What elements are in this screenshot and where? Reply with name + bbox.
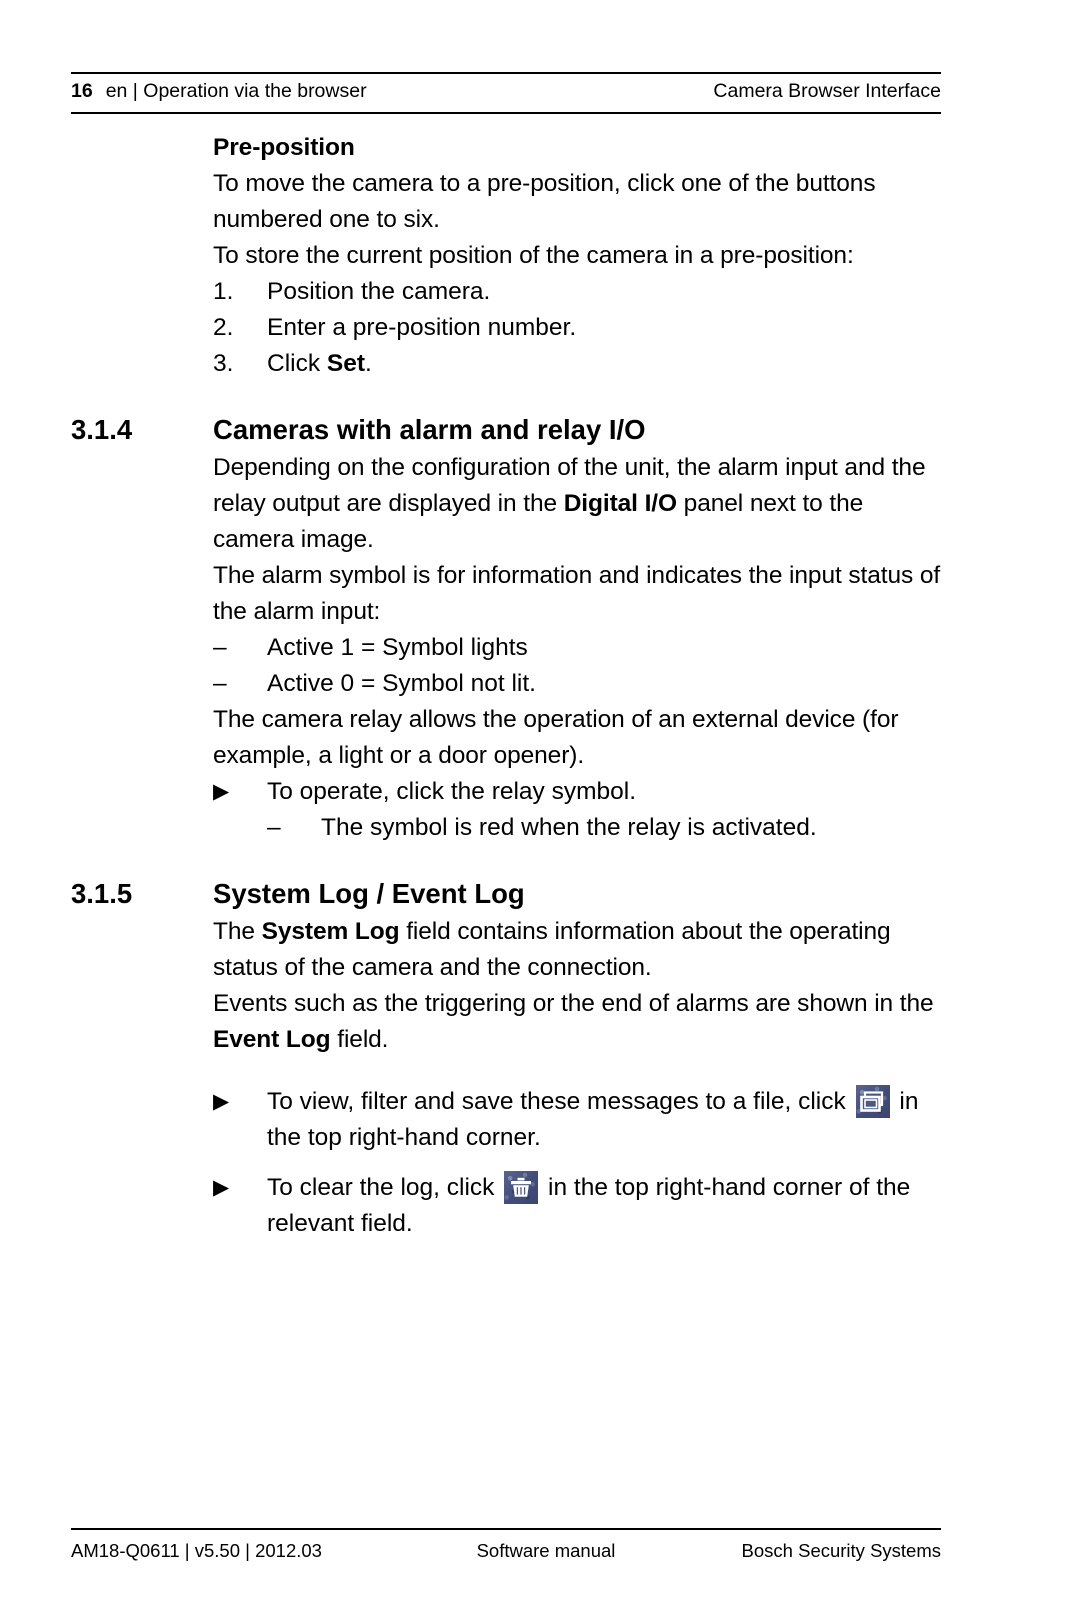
log-instruction-list: ▶ To view, filter and save these message… — [71, 1084, 941, 1242]
footer-document-code: AM18-Q0611 | v5.50 | 2012.03 — [71, 1540, 322, 1561]
header-row: 16 en | Operation via the browser Camera… — [71, 74, 941, 110]
section-314-paragraph-2: The alarm symbol is for information and … — [213, 562, 941, 625]
list-item: – The symbol is red when the relay is ac… — [267, 810, 941, 846]
paragraph-text-before: The — [213, 918, 262, 945]
list-item-text-before: Click — [267, 350, 327, 377]
alarm-status-list: – Active 1 = Symbol lights – Active 0 = … — [71, 630, 941, 702]
footer-company-name: Bosch Security Systems — [741, 1540, 941, 1561]
save-window-icon[interactable] — [855, 1085, 890, 1118]
section-number: 3.1.4 — [71, 414, 133, 445]
list-item: 2. Enter a pre-position number. — [213, 310, 941, 346]
list-item: – Active 1 = Symbol lights — [213, 630, 941, 666]
preposition-paragraph-1: To move the camera to a pre-position, cl… — [213, 170, 876, 233]
footer-row: AM18-Q0611 | v5.50 | 2012.03 Software ma… — [71, 1530, 941, 1562]
paragraph-text-bold: Digital I/O — [563, 490, 677, 517]
list-item: ▶ To view, filter and save these message… — [213, 1084, 941, 1156]
list-marker: – — [267, 814, 281, 841]
list-item-text: Enter a pre-position number. — [267, 314, 577, 341]
header-rule-bottom — [71, 112, 941, 114]
list-marker: 3. — [213, 350, 234, 377]
section-314-paragraph-3: The camera relay allows the operation of… — [213, 706, 899, 769]
preposition-heading: Pre-position — [213, 134, 355, 161]
list-item-text-before: To view, filter and save these messages … — [267, 1088, 853, 1115]
triangle-bullet-icon: ▶ — [213, 1090, 230, 1113]
list-item-text-before: To clear the log, click — [267, 1174, 502, 1201]
section-315-paragraph-1: The System Log field contains informatio… — [213, 914, 941, 986]
section-heading-314: 3.1.4 Cameras with alarm and relay I/O — [71, 412, 941, 448]
header-section-label: en | Operation via the browser — [105, 80, 367, 102]
section-315-paragraph-2: Events such as the triggering or the end… — [213, 986, 941, 1058]
header-page-number: 16 — [71, 80, 93, 102]
header-left-group: 16 en | Operation via the browser — [71, 80, 367, 103]
section-title: System Log / Event Log — [213, 878, 525, 909]
footer-manual-type: Software manual — [476, 1540, 616, 1561]
list-item: 1. Position the camera. — [213, 274, 941, 310]
list-marker: – — [213, 670, 227, 697]
preposition-paragraph-2: To store the current position of the cam… — [213, 242, 854, 269]
list-marker: 2. — [213, 314, 234, 341]
paragraph-text-after: field. — [330, 1026, 389, 1053]
page-body: Pre-position To move the camera to a pre… — [71, 130, 941, 1242]
list-marker: – — [213, 634, 227, 661]
page-footer: AM18-Q0611 | v5.50 | 2012.03 Software ma… — [71, 1528, 941, 1562]
header-document-title: Camera Browser Interface — [713, 80, 941, 102]
triangle-bullet-icon: ▶ — [213, 1176, 230, 1199]
list-item-text: The symbol is red when the relay is acti… — [321, 814, 817, 841]
list-item: ▶ To clear the log, click in the top rig… — [213, 1170, 941, 1242]
document-page: 16 en | Operation via the browser Camera… — [0, 0, 1080, 1618]
list-item-text: To operate, click the relay symbol. — [267, 778, 637, 805]
list-marker: 1. — [213, 278, 234, 305]
paragraph-text-bold: Event Log — [213, 1026, 331, 1053]
page-header: 16 en | Operation via the browser Camera… — [71, 72, 941, 114]
relay-instruction-list: ▶ To operate, click the relay symbol. – … — [71, 774, 941, 846]
list-item: 3. Click Set. — [213, 346, 941, 382]
list-item-text: Active 1 = Symbol lights — [267, 634, 528, 661]
paragraph-text-bold: System Log — [261, 918, 400, 945]
section-314-paragraph-1: Depending on the configuration of the un… — [213, 450, 941, 558]
section-number: 3.1.5 — [71, 878, 133, 909]
trash-icon[interactable] — [504, 1171, 539, 1204]
paragraph-text-before: Events such as the triggering or the end… — [213, 990, 934, 1017]
list-item-text-bold: Set — [326, 350, 366, 377]
preposition-steps-list: 1. Position the camera. 2. Enter a pre-p… — [71, 274, 941, 382]
triangle-bullet-icon: ▶ — [213, 780, 230, 803]
section-heading-315: 3.1.5 System Log / Event Log — [71, 876, 941, 912]
list-item-text: Active 0 = Symbol not lit. — [267, 670, 536, 697]
list-item: – Active 0 = Symbol not lit. — [213, 666, 941, 702]
section-title: Cameras with alarm and relay I/O — [213, 414, 646, 445]
list-item-text-after: . — [365, 350, 372, 377]
list-item-text: Position the camera. — [267, 278, 491, 305]
list-item: ▶ To operate, click the relay symbol. — [213, 774, 941, 810]
